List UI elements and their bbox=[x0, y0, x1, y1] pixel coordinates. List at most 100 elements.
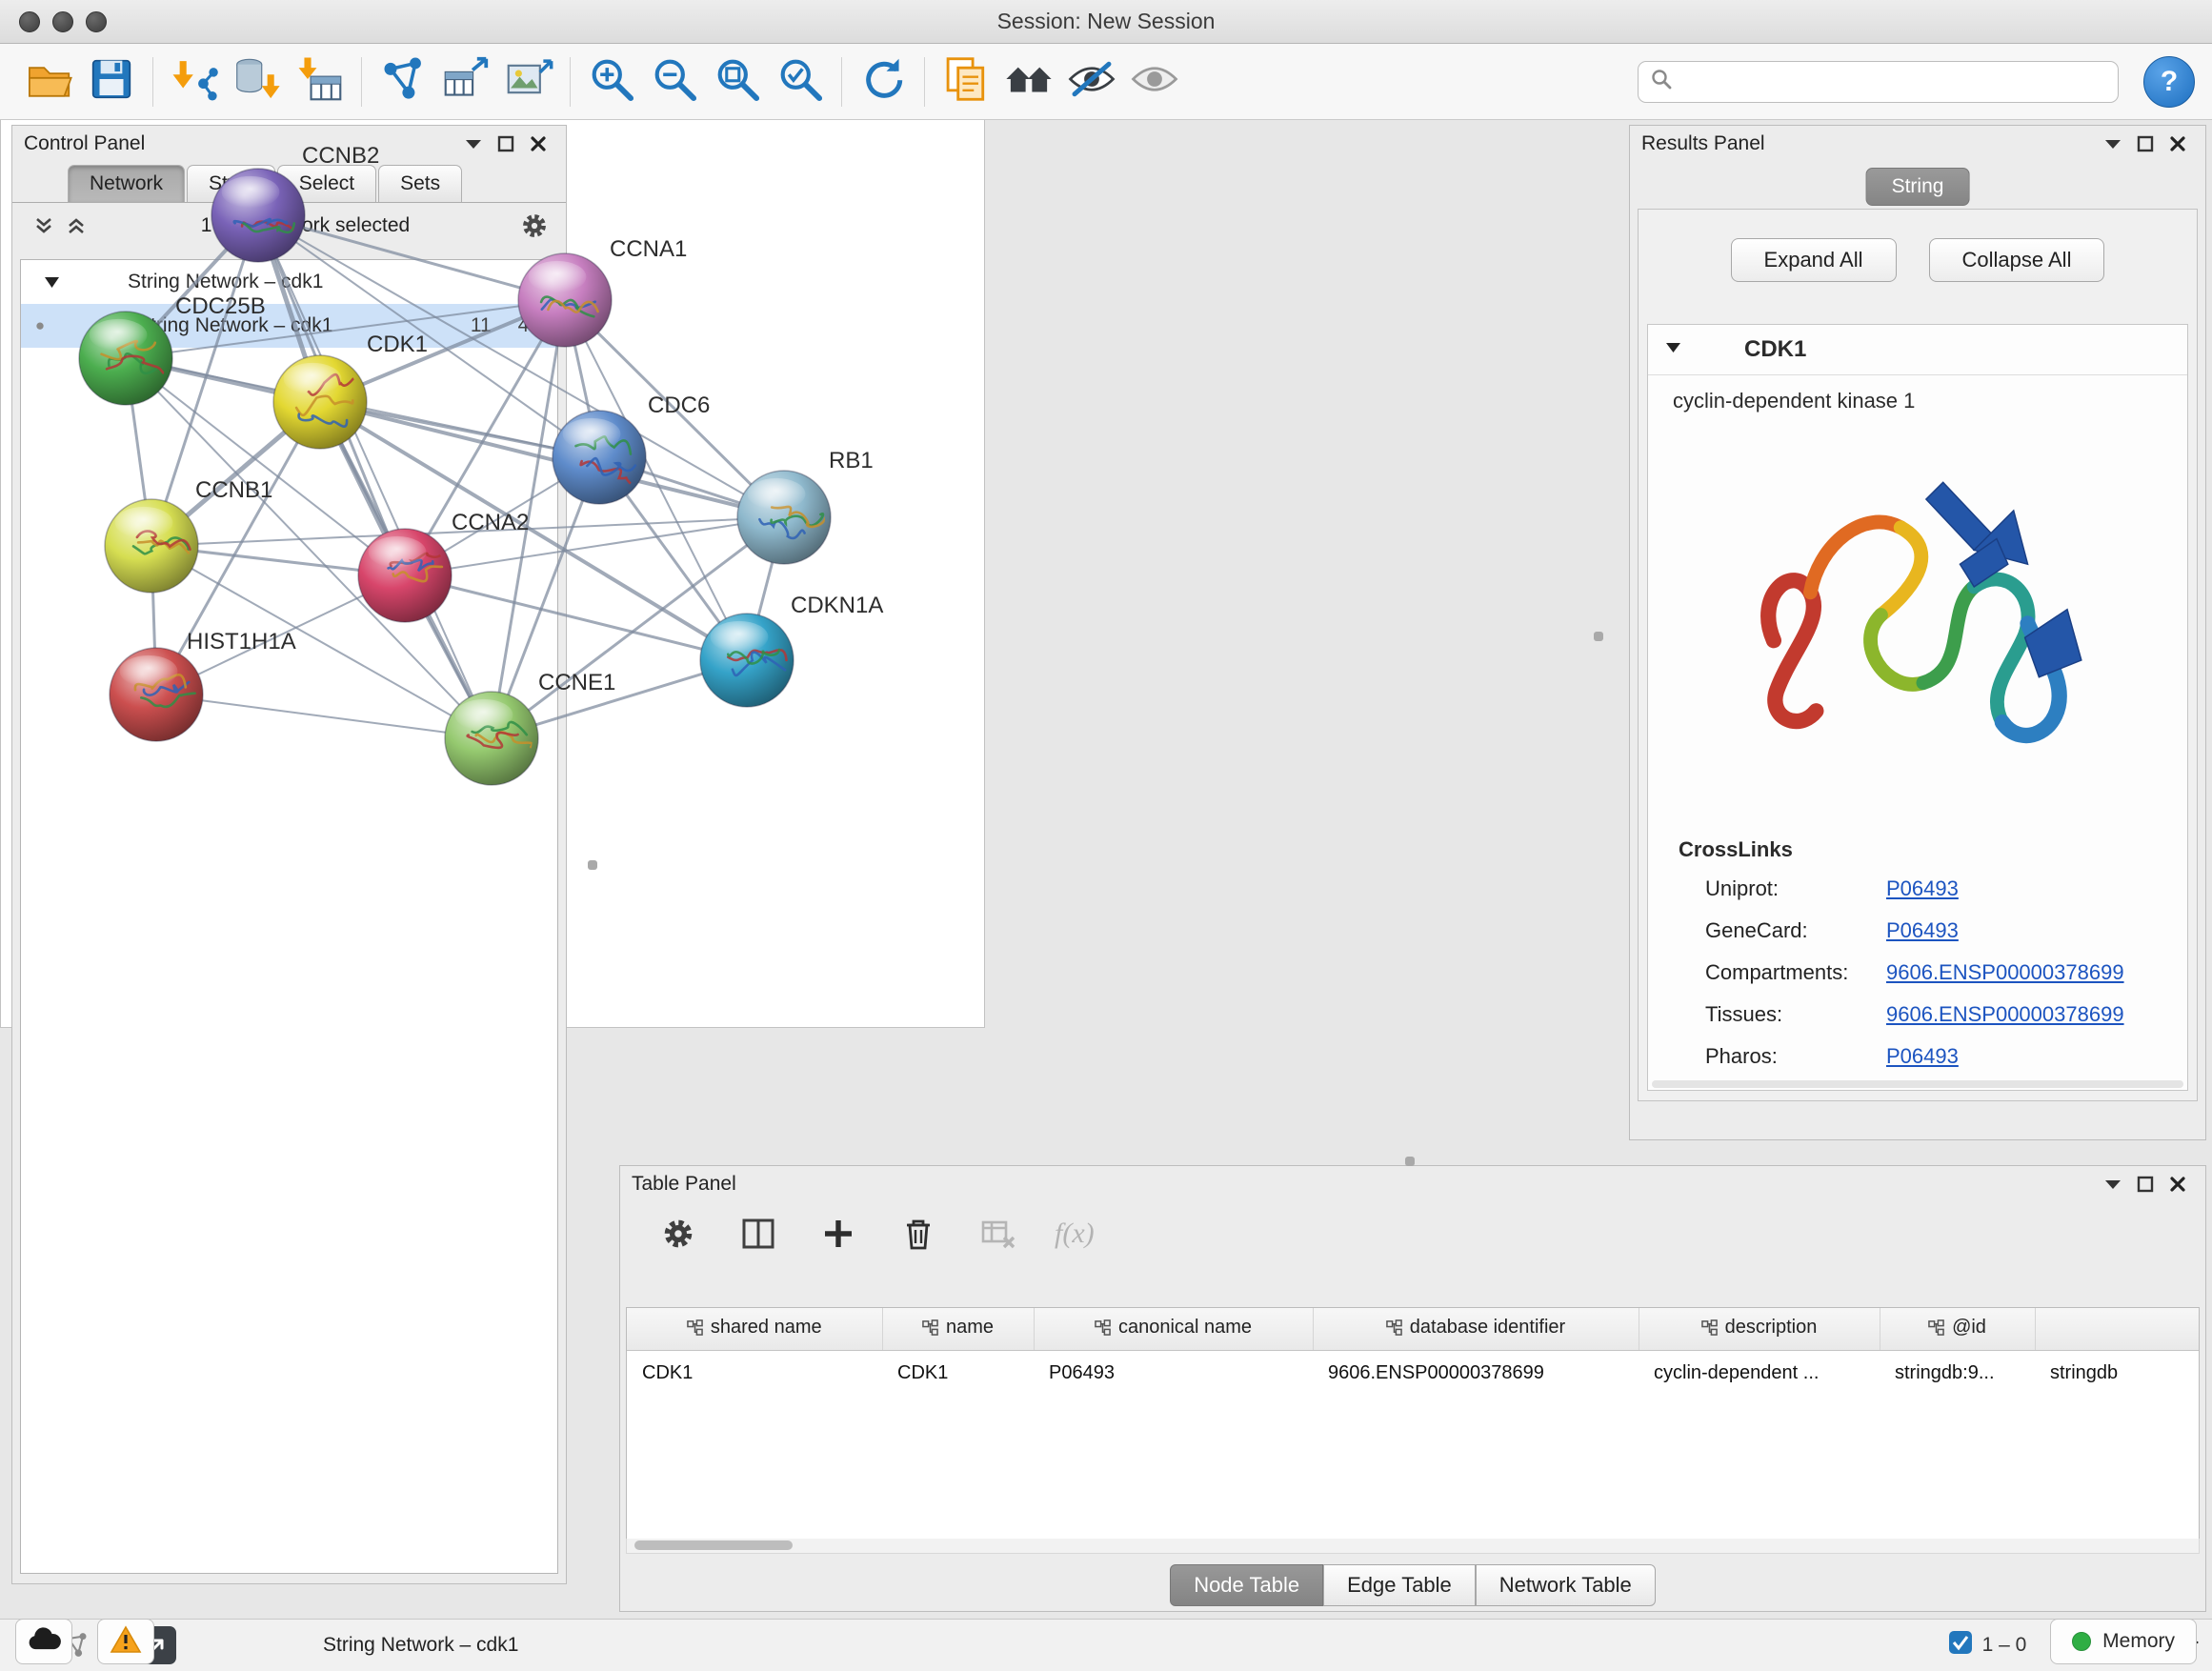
tab-edge-table[interactable]: Edge Table bbox=[1323, 1564, 1476, 1606]
node-label: CDKN1A bbox=[791, 593, 883, 618]
show-eye-icon bbox=[1129, 53, 1180, 110]
gene-section-header[interactable]: CDK1 bbox=[1648, 325, 2187, 375]
hide-selected-button[interactable] bbox=[1060, 50, 1123, 113]
crosslink-label: Uniprot: bbox=[1705, 876, 1886, 901]
table-panel: Table Panel f(x) shared name name canon bbox=[619, 1165, 2206, 1612]
column-header[interactable]: canonical name bbox=[1034, 1308, 1313, 1351]
crosslink-row: Tissues: 9606.ENSP00000378699 bbox=[1648, 994, 2187, 1036]
cell-canonical-name[interactable]: P06493 bbox=[1034, 1351, 1313, 1397]
crosslink-row: GeneCard: P06493 bbox=[1648, 910, 2187, 952]
window-title: Session: New Session bbox=[997, 9, 1216, 34]
results-scrollbar[interactable] bbox=[1652, 1080, 2183, 1088]
protein-structure-image bbox=[1734, 429, 2101, 815]
node-label: CCNB1 bbox=[195, 477, 272, 503]
crosslink-label: Tissues: bbox=[1705, 1002, 1886, 1027]
horizontal-splitter-handle[interactable] bbox=[1405, 1157, 1415, 1166]
delete-column-icon[interactable] bbox=[895, 1210, 942, 1258]
table-panel-header: Table Panel bbox=[620, 1166, 2205, 1202]
crosslink-row: Compartments: 9606.ENSP00000378699 bbox=[1648, 952, 2187, 994]
function-builder-icon: f(x) bbox=[1055, 1218, 1095, 1250]
column-header[interactable]: database identifier bbox=[1313, 1308, 1639, 1351]
warning-icon bbox=[110, 1625, 142, 1659]
network-view-panel: CCNB2CCNA1CDC25BCDK1CDC6RB1CCNB1CCNA2CDK… bbox=[0, 0, 985, 1028]
vertical-splitter-handle[interactable] bbox=[588, 860, 597, 870]
network-edge[interactable] bbox=[258, 215, 492, 738]
node-table-grid: shared name name canonical name database… bbox=[626, 1307, 2200, 1540]
column-header[interactable]: name bbox=[882, 1308, 1034, 1351]
tab-string[interactable]: String bbox=[1866, 168, 1970, 206]
show-all-button[interactable] bbox=[1123, 50, 1186, 113]
search-input[interactable] bbox=[1673, 70, 2106, 93]
panel-menu-caret-icon[interactable] bbox=[2097, 130, 2129, 158]
cell-database-identifier[interactable]: 9606.ENSP00000378699 bbox=[1313, 1351, 1639, 1397]
table-horizontal-scrollbar[interactable] bbox=[626, 1539, 2200, 1554]
node-label: CCNE1 bbox=[538, 670, 615, 695]
crosslink-row: Uniprot: P06493 bbox=[1648, 868, 2187, 910]
home-icon bbox=[1003, 53, 1055, 110]
node-label: CCNA1 bbox=[610, 236, 687, 262]
cell-shared-name[interactable]: CDK1 bbox=[627, 1351, 882, 1397]
crosslink-value-link[interactable]: P06493 bbox=[1886, 876, 1959, 901]
vertical-splitter-handle[interactable] bbox=[1594, 632, 1603, 641]
tab-network-table[interactable]: Network Table bbox=[1476, 1564, 1656, 1606]
add-column-icon[interactable] bbox=[814, 1210, 862, 1258]
cell-name[interactable]: CDK1 bbox=[882, 1351, 1034, 1397]
tab-node-table[interactable]: Node Table bbox=[1170, 1564, 1323, 1606]
table-toolbar: f(x) bbox=[620, 1202, 2205, 1265]
crosslinks-title: CrossLinks bbox=[1648, 820, 2187, 868]
node-label: CDK1 bbox=[367, 332, 428, 357]
column-header[interactable]: shared name bbox=[627, 1308, 882, 1351]
crosslink-value-link[interactable]: 9606.ENSP00000378699 bbox=[1886, 1002, 2124, 1027]
node-label: CCNA2 bbox=[452, 510, 529, 535]
network-canvas[interactable]: CCNB2CCNA1CDC25BCDK1CDC6RB1CCNB1CCNA2CDK… bbox=[0, 0, 981, 972]
crosslink-label: Pharos: bbox=[1705, 1044, 1886, 1069]
float-panel-icon[interactable] bbox=[2129, 130, 2162, 158]
search-icon bbox=[1650, 68, 1673, 95]
cloud-icon bbox=[27, 1626, 61, 1658]
section-caret-icon[interactable] bbox=[1665, 341, 1681, 358]
warnings-button[interactable] bbox=[97, 1619, 154, 1664]
crosslink-value-link[interactable]: P06493 bbox=[1886, 918, 1959, 943]
gene-symbol: CDK1 bbox=[1744, 336, 1806, 363]
node-label: HIST1H1A bbox=[187, 629, 296, 654]
toolbar-search bbox=[1638, 61, 2119, 103]
table-header-row: shared name name canonical name database… bbox=[627, 1308, 2200, 1351]
results-panel: Results Panel String Expand All Collapse… bbox=[1629, 125, 2206, 1140]
cell-description[interactable]: cyclin-dependent ... bbox=[1639, 1351, 1880, 1397]
column-header[interactable]: @id bbox=[1880, 1308, 2035, 1351]
close-panel-icon[interactable] bbox=[2162, 130, 2194, 158]
cloud-button[interactable] bbox=[15, 1619, 72, 1664]
hide-eye-icon bbox=[1066, 53, 1117, 110]
crosslink-value-link[interactable]: P06493 bbox=[1886, 1044, 1959, 1069]
crosslink-value-link[interactable]: 9606.ENSP00000378699 bbox=[1886, 960, 2124, 985]
float-panel-icon[interactable] bbox=[2129, 1170, 2162, 1198]
close-panel-icon[interactable] bbox=[2162, 1170, 2194, 1198]
table-gear-icon[interactable] bbox=[654, 1210, 702, 1258]
network-edge[interactable] bbox=[258, 215, 565, 300]
help-icon: ? bbox=[2161, 66, 2178, 98]
column-header[interactable]: namespace bbox=[2035, 1308, 2200, 1351]
scrollbar-thumb[interactable] bbox=[634, 1540, 793, 1550]
home-button[interactable] bbox=[997, 50, 1060, 113]
table-type-tabs: Node Table Edge Table Network Table bbox=[620, 1564, 2205, 1606]
expand-all-button[interactable]: Expand All bbox=[1731, 238, 1897, 282]
table-row[interactable]: CDK1 CDK1 P06493 9606.ENSP00000378699 cy… bbox=[627, 1351, 2200, 1397]
collapse-all-button[interactable]: Collapse All bbox=[1929, 238, 2105, 282]
cell-id[interactable]: stringdb:9... bbox=[1880, 1351, 2035, 1397]
network-edge[interactable] bbox=[156, 695, 492, 738]
show-columns-icon[interactable] bbox=[734, 1210, 782, 1258]
app-window: Session: New Session bbox=[0, 0, 2212, 1671]
memory-status-dot bbox=[2072, 1632, 2091, 1651]
memory-button[interactable]: Memory bbox=[2050, 1619, 2197, 1664]
crosslink-row: Pharos: P06493 bbox=[1648, 1036, 2187, 1077]
memory-label: Memory bbox=[2102, 1630, 2175, 1653]
delete-table-icon bbox=[975, 1210, 1022, 1258]
column-header[interactable]: description bbox=[1639, 1308, 1880, 1351]
crosslink-label: Compartments: bbox=[1705, 960, 1886, 985]
table-panel-title: Table Panel bbox=[632, 1173, 736, 1196]
help-button[interactable]: ? bbox=[2143, 56, 2195, 108]
panel-menu-caret-icon[interactable] bbox=[2097, 1170, 2129, 1198]
status-bar: Memory bbox=[0, 1612, 2212, 1671]
cell-namespace[interactable]: stringdb bbox=[2035, 1351, 2200, 1397]
string-results-box: Expand All Collapse All CDK1 cyclin-depe… bbox=[1638, 209, 2198, 1101]
